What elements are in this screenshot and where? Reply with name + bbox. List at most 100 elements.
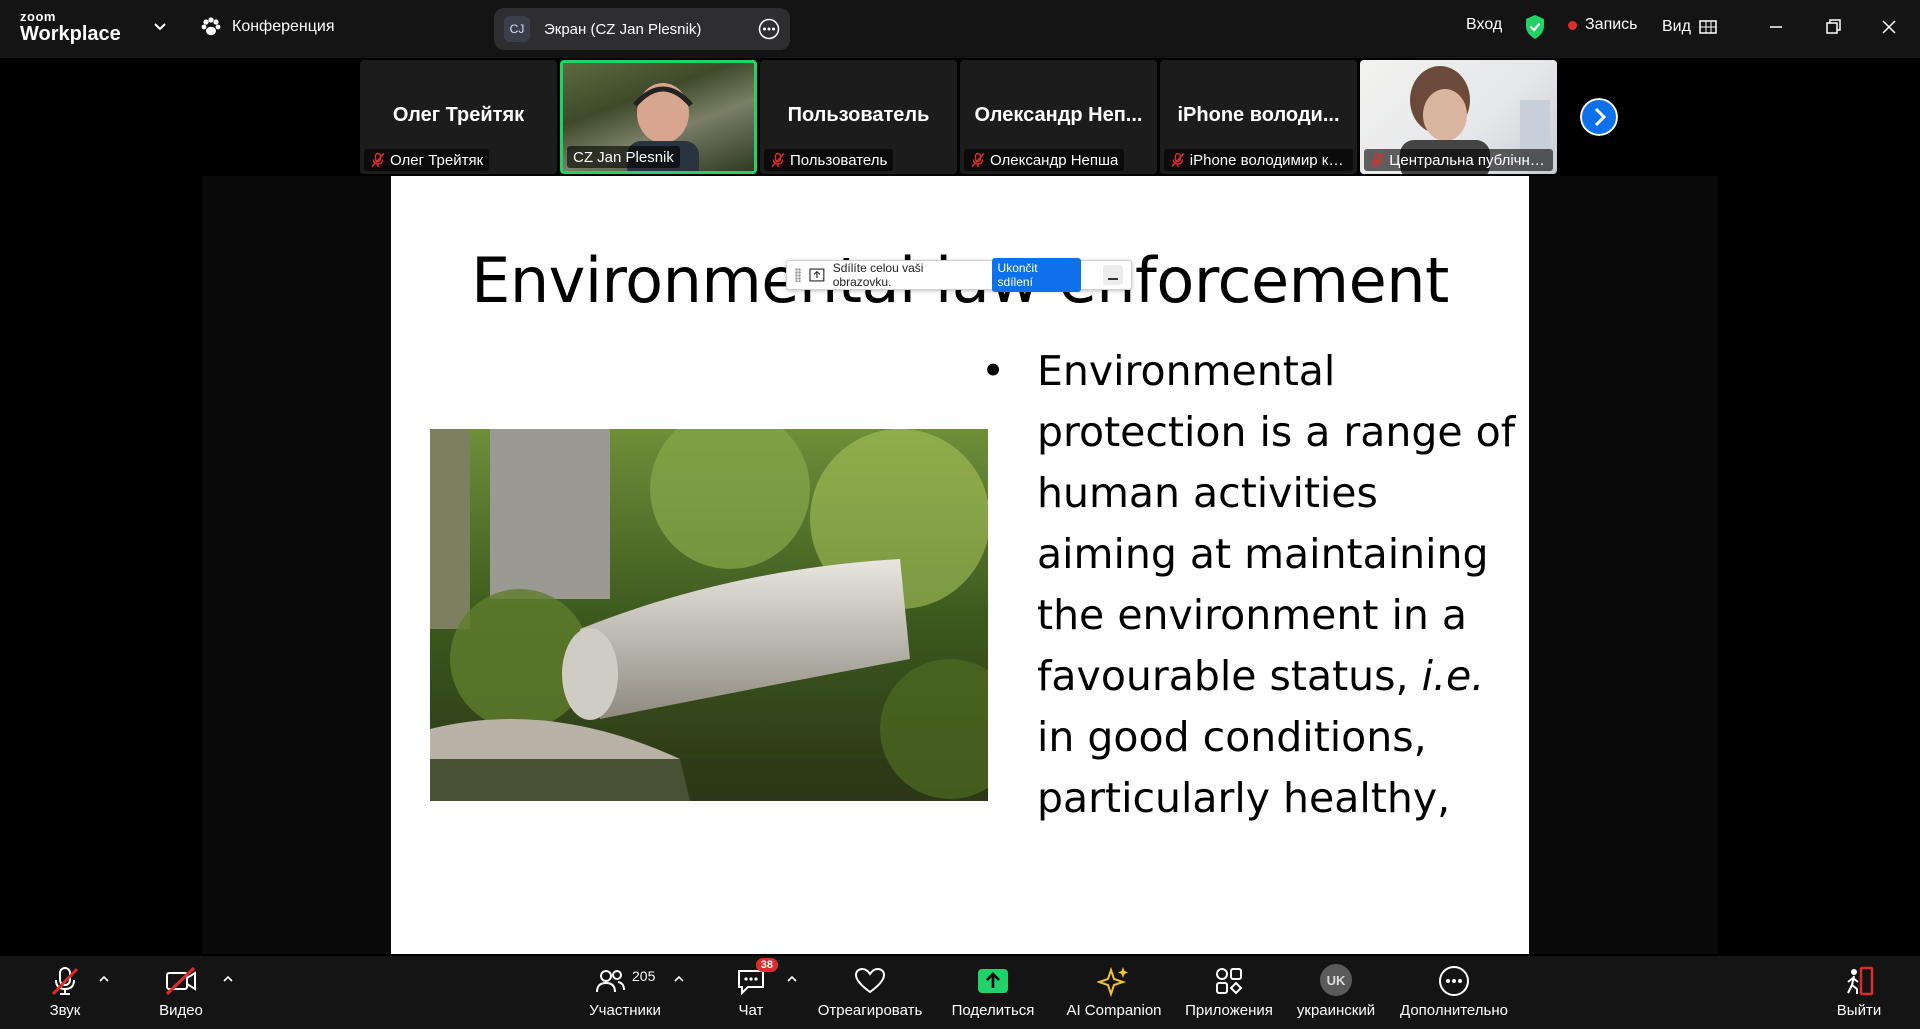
language-code-badge: UK — [1320, 964, 1352, 996]
meeting-controls: Звук Видео 205 Участники 38 Чат Отреагир… — [0, 956, 1920, 1029]
meeting-info[interactable]: Конференция — [200, 16, 335, 38]
leave-door-icon — [1847, 966, 1874, 996]
participant-tag-label: CZ Jan Plesnik — [573, 148, 674, 166]
forest-deadwood-photo — [430, 429, 988, 801]
participant-name-tag: Пользователь — [764, 149, 894, 171]
bullet-text-main: Environmental protection is a range of h… — [1037, 347, 1516, 700]
restore-icon[interactable] — [1822, 16, 1844, 38]
participant-tile[interactable]: CZ Jan Plesnik — [560, 60, 757, 174]
ai-companion-label: AI Companion — [1066, 1002, 1162, 1019]
react-label: Отреагировать — [817, 1002, 923, 1019]
heart-icon — [854, 967, 886, 994]
screen-sharing-toolbar[interactable]: Sdílíte celou vaši obrazovku. Ukončit sd… — [786, 258, 1132, 292]
sharing-status-text: Sdílíte celou vaši obrazovku. — [832, 261, 924, 289]
ai-companion-button[interactable]: AI Companion — [1059, 964, 1169, 1019]
participant-tile[interactable]: Центральна публічна ... — [1360, 60, 1557, 174]
ai-sparkle-icon — [1097, 966, 1128, 998]
share-screen-icon — [809, 268, 825, 282]
signin-label: Вход — [1466, 16, 1503, 33]
participant-tag-label: Олександр Непша — [990, 151, 1119, 169]
participants-button[interactable]: 205 Участники — [570, 964, 680, 1019]
participant-name-tag: Центральна публічна ... — [1364, 149, 1553, 171]
audio-options-chevron-up-icon[interactable] — [97, 972, 111, 986]
participants-label: Участники — [589, 1002, 661, 1019]
bullet-text-italic: i.e. — [1421, 652, 1485, 700]
participants-options-chevron-up-icon[interactable] — [672, 972, 686, 986]
react-button[interactable]: Отреагировать — [815, 964, 925, 1019]
next-page-icon[interactable] — [1580, 98, 1618, 136]
participant-name-tag: Олег Трейтяк — [364, 149, 490, 171]
language-label: украинский — [1296, 1002, 1376, 1019]
chat-unread-badge: 38 — [755, 958, 778, 972]
close-window-icon[interactable] — [1878, 16, 1900, 38]
video-camera-off-icon — [165, 966, 196, 996]
participant-display-name: Пользователь — [787, 104, 930, 126]
apps-button[interactable]: Приложения — [1174, 964, 1284, 1019]
minimize-icon[interactable] — [1765, 16, 1787, 38]
apps-grid-icon — [1216, 968, 1243, 995]
participant-tag-label: Пользователь — [790, 151, 888, 169]
leave-label: Выйти — [1836, 1002, 1882, 1019]
screen-share-label: Экран (CZ Jan Plesnik) — [544, 20, 702, 38]
chevron-down-icon[interactable] — [150, 16, 170, 36]
chat-label: Чат — [738, 1002, 764, 1019]
gallery-view-icon — [1699, 20, 1717, 34]
presentation-slide: Environmental law enforcement — [391, 176, 1529, 954]
participant-name-tag: CZ Jan Plesnik — [567, 146, 680, 168]
logo-zoom-text: zoom — [20, 9, 56, 24]
muted-mic-icon — [371, 152, 385, 168]
drag-handle-icon[interactable] — [795, 268, 801, 282]
share-screen-up-arrow-icon — [978, 969, 1008, 993]
record-label: Запись — [1585, 16, 1638, 33]
participant-name-tag: iPhone володимир ко... — [1164, 149, 1353, 171]
record-dot-icon — [1568, 20, 1577, 30]
video-options-chevron-up-icon[interactable] — [221, 972, 235, 986]
participant-tile[interactable]: Пользователь Пользователь — [760, 60, 957, 174]
audio-label: Звук — [49, 1002, 81, 1019]
view-button[interactable]: Вид — [1662, 18, 1717, 36]
stop-sharing-button[interactable]: Ukončit sdílení — [991, 258, 1082, 292]
participant-name-tag: Олександр Непша — [964, 149, 1125, 171]
leave-button[interactable]: Выйти — [1804, 964, 1914, 1019]
share-button[interactable]: Поделиться — [938, 964, 1048, 1019]
muted-mic-icon — [971, 152, 985, 168]
language-button[interactable]: UK украинский — [1281, 964, 1391, 1019]
security-shield-icon[interactable] — [1524, 14, 1546, 40]
participant-tile[interactable]: Олександр Неп... Олександр Непша — [960, 60, 1157, 174]
share-label: Поделиться — [951, 1002, 1035, 1019]
chat-options-chevron-up-icon[interactable] — [785, 972, 799, 986]
participant-tag-label: Центральна публічна ... — [1389, 151, 1547, 169]
muted-mic-icon — [1371, 153, 1384, 167]
bullet-point-icon: • — [981, 347, 1006, 395]
sharer-avatar: CJ — [504, 16, 530, 42]
more-dots-icon — [1439, 966, 1469, 996]
screen-share-indicator[interactable]: CJ Экран (CZ Jan Plesnik) — [494, 8, 790, 50]
chat-icon-wrap: 38 — [734, 958, 778, 998]
participant-tile[interactable]: iPhone володи... iPhone володимир ко... — [1160, 60, 1357, 174]
participant-display-name: Олександр Неп... — [974, 104, 1143, 126]
meeting-paw-icon — [201, 17, 221, 36]
top-bar: zoom Workplace Конференция CJ Экран (CZ … — [0, 0, 1920, 58]
more-label: Дополнительно — [1400, 1002, 1508, 1019]
more-options-icon[interactable] — [758, 18, 780, 40]
signin-button[interactable]: Вход — [1466, 16, 1502, 34]
minimize-toolbar-icon[interactable] — [1103, 265, 1123, 285]
apps-label: Приложения — [1185, 1002, 1273, 1019]
participant-gallery: Олег Трейтяк Олег Трейтяк CZ Jan Plesnik По… — [360, 60, 1560, 174]
participant-tag-label: iPhone володимир ко... — [1189, 151, 1347, 169]
video-label: Видео — [159, 1002, 203, 1019]
logo-workplace-text: Workplace — [20, 23, 121, 45]
video-button[interactable]: Видео — [126, 964, 236, 1019]
participant-tag-label: Олег Трейтяк — [390, 151, 484, 169]
participants-icon — [596, 970, 625, 993]
view-label: Вид — [1662, 18, 1691, 35]
zoom-workplace-logo[interactable]: zoom Workplace — [20, 10, 121, 44]
microphone-muted-icon — [51, 967, 79, 996]
meeting-label: Конференция — [232, 18, 335, 35]
participant-tile[interactable]: Олег Трейтяк Олег Трейтяк — [360, 60, 557, 174]
participants-count: 205 — [632, 968, 656, 984]
muted-mic-icon — [1171, 152, 1185, 167]
more-button[interactable]: Дополнительно — [1399, 964, 1509, 1019]
participant-display-name: Олег Трейтяк — [392, 104, 525, 126]
record-button[interactable]: Запись — [1568, 16, 1638, 34]
